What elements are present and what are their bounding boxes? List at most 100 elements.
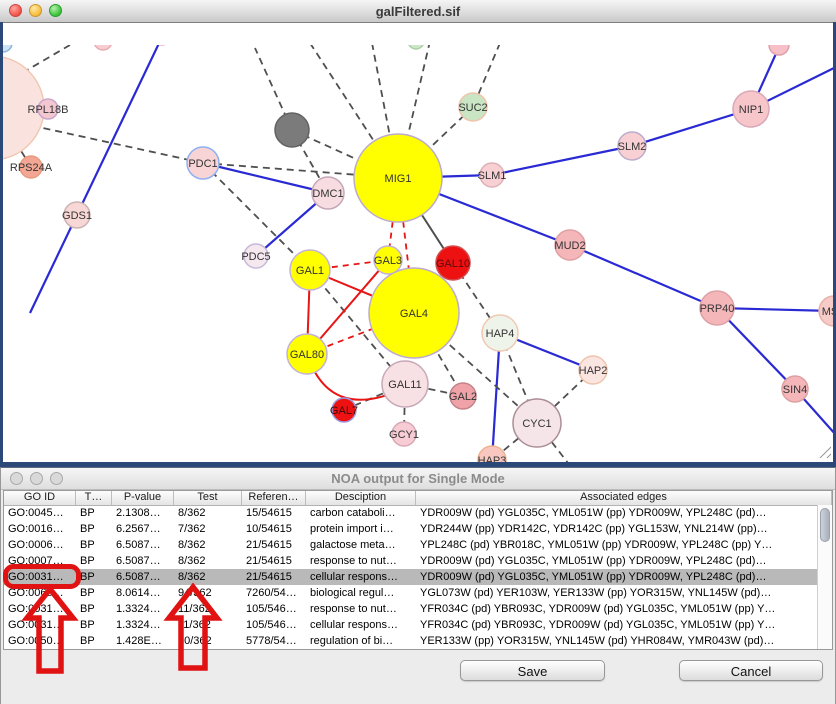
table-header: GO IDT…P-valueTestReferen…DesciptionAsso… [4,491,832,506]
table-cell: cellular respons… [306,569,416,585]
table-cell: BP [76,537,112,553]
table-cell: 6.5087… [112,569,174,585]
table-row[interactable]: GO:0065…BP8.0614…94/3627260/54…biologica… [4,585,817,601]
network-canvas[interactable]: RPL18BRPS24AGDS1PDC1DMC1MIG1SUC2SLM1SLM2… [0,23,836,462]
table-row[interactable]: GO:0006…BP6.5087…8/36221/54615galactose … [4,537,817,553]
table-row[interactable]: GO:0050…BP1.428E…80/3625778/54…regulatio… [4,633,817,649]
node-label-PDC5: PDC5 [241,251,270,263]
table-row[interactable]: GO:0031…BP6.5087…8/36221/54615cellular r… [4,569,817,585]
node-label-MIG1: MIG1 [385,173,412,185]
minimize-button[interactable] [29,4,42,17]
node-label-GDS1: GDS1 [62,210,92,222]
network-titlebar[interactable]: galFiltered.sif [0,0,836,23]
edge-blue [492,146,632,175]
table-cell: YDR009W (pd) YGL035C, YML051W (pp) YDR00… [416,569,817,585]
table-cell: GO:0065… [4,585,76,601]
column-header-6[interactable]: Associated edges [416,491,832,505]
node-unlabeled[interactable] [275,113,309,147]
table-cell: YDR009W (pd) YGL035C, YML051W (pp) YDR00… [416,505,817,521]
table-cell: response to nut… [306,601,416,617]
table-row[interactable]: GO:0045…BP2.1308…8/36215/54615carbon cat… [4,505,817,521]
cancel-button[interactable]: Cancel [679,660,823,681]
table-row[interactable]: GO:0007…BP6.5087…8/36221/54615response t… [4,553,817,569]
table-cell: YFR034C (pd) YBR093C, YDR009W (pd) YGL03… [416,617,817,633]
table-row[interactable]: GO:0031…BP1.3324…11/362105/546…cellular … [4,617,817,633]
table-cell: BP [76,505,112,521]
table-cell: 21/54615 [242,553,306,569]
table-cell: YDR009W (pd) YGL035C, YML051W (pp) YDR00… [416,553,817,569]
vertical-scrollbar[interactable] [817,505,832,649]
table-row[interactable]: GO:0016…BP6.2567…7/36210/54615protein im… [4,521,817,537]
table-body: GO:0045…BP2.1308…8/36215/54615carbon cat… [4,505,817,649]
table-cell: carbon cataboli… [306,505,416,521]
node-label-GAL7: GAL7 [330,405,358,417]
node-label-SLM1: SLM1 [478,170,507,182]
node-label-HAP4: HAP4 [486,328,515,340]
node-label-PRP40: PRP40 [700,303,735,315]
node-unlabeled[interactable] [94,45,112,50]
column-header-2[interactable]: P-value [112,491,174,505]
traffic-lights [9,4,62,17]
network-window: galFiltered.sif RPL18BRPS24AGDS1PDC1DMC1… [0,0,836,467]
table-cell: protein import i… [306,521,416,537]
table-cell: 8/362 [174,537,242,553]
table-cell: galactose meta… [306,537,416,553]
table-cell: 5778/54… [242,633,306,649]
screen: galFiltered.sif RPL18BRPS24AGDS1PDC1DMC1… [0,0,836,704]
column-header-0[interactable]: GO ID [4,491,76,505]
node-label-SLM2: SLM2 [618,141,647,153]
table-cell: 6.5087… [112,537,174,553]
table-cell: BP [76,521,112,537]
noa-traffic-lights [10,472,63,485]
noa-close-button[interactable] [10,472,23,485]
edge-blue [492,333,500,460]
table-cell: YGL073W (pd) YER103W, YER133W (pp) YOR31… [416,585,817,601]
column-header-5[interactable]: Desciption [306,491,416,505]
scrollbar-thumb[interactable] [820,508,830,542]
noa-zoom-button[interactable] [50,472,63,485]
table-cell: 8/362 [174,569,242,585]
table-cell: BP [76,617,112,633]
table-cell: 2.1308… [112,505,174,521]
table-cell: BP [76,569,112,585]
node-unlabeled[interactable] [408,45,424,49]
column-header-1[interactable]: T… [76,491,112,505]
node-unlabeled[interactable] [769,45,789,55]
noa-minimize-button[interactable] [30,472,43,485]
table-cell: GO:0050… [4,633,76,649]
zoom-button[interactable] [49,4,62,17]
node-label-GAL11: GAL11 [388,379,421,391]
table-row[interactable]: GO:0031…BP1.3324…11/362105/546…response … [4,601,817,617]
table-cell: BP [76,601,112,617]
save-button[interactable]: Save [460,660,605,681]
table-cell: cellular respons… [306,617,416,633]
node-label-RPS24A: RPS24A [10,162,53,174]
table-cell: GO:0007… [4,553,76,569]
table-cell: 15/54615 [242,505,306,521]
table-cell: regulation of bi… [306,633,416,649]
table-cell: YDR244W (pp) YDR142C, YDR142C (pp) YGL15… [416,521,817,537]
node-label-GAL80: GAL80 [290,349,324,361]
node-label-SIN4: SIN4 [783,384,807,396]
noa-results-table: GO IDT…P-valueTestReferen…DesciptionAsso… [3,490,833,650]
table-cell: 7260/54… [242,585,306,601]
column-header-3[interactable]: Test [174,491,242,505]
table-cell: 105/546… [242,601,306,617]
table-cell: 8/362 [174,553,242,569]
node-label-HAP2: HAP2 [579,365,608,377]
node-label-MUD2: MUD2 [554,240,585,252]
table-cell: BP [76,633,112,649]
noa-titlebar[interactable]: NOA output for Single Mode [1,468,835,490]
table-cell: GO:0016… [4,521,76,537]
canvas-border-bottom [0,462,836,467]
column-header-4[interactable]: Referen… [242,491,306,505]
network-window-title: galFiltered.sif [376,4,461,19]
node-label-GAL3: GAL3 [374,255,402,267]
table-cell: response to nut… [306,553,416,569]
node-label-GAL2: GAL2 [449,391,477,403]
table-cell: YFR034C (pd) YBR093C, YDR009W (pd) YGL03… [416,601,817,617]
close-button[interactable] [9,4,22,17]
node-label-DMC1: DMC1 [312,188,343,200]
table-cell: 7/362 [174,521,242,537]
table-cell: 8.0614… [112,585,174,601]
